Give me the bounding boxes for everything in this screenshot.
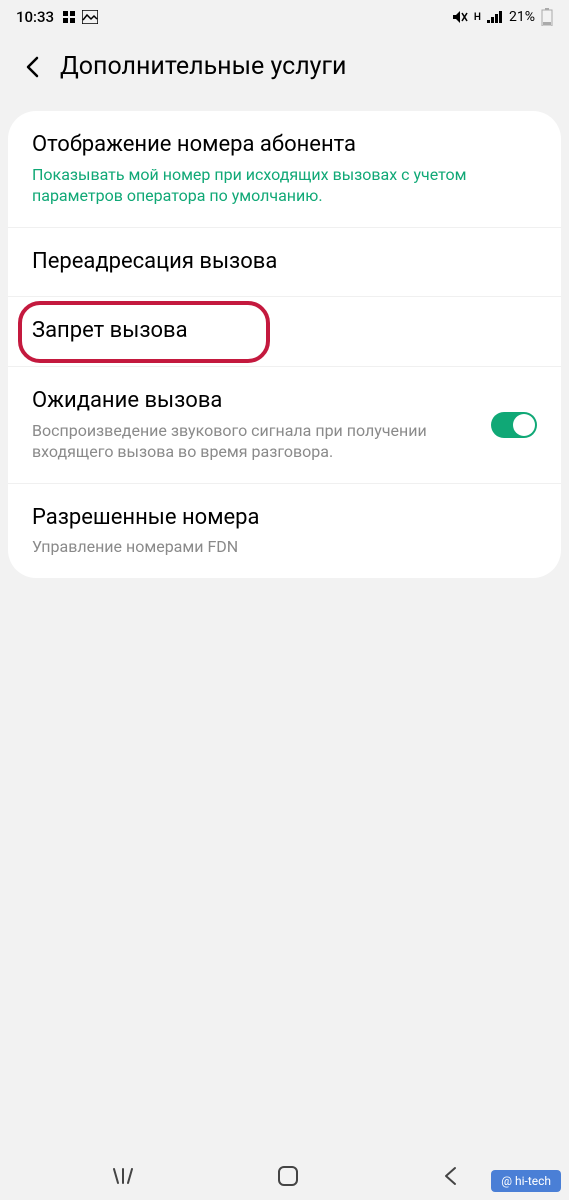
watermark: @ hi-tech xyxy=(491,1170,561,1192)
setting-title: Разрешенные номера xyxy=(32,504,537,533)
recents-button[interactable] xyxy=(112,1167,134,1185)
setting-subtitle: Показывать мой номер при исходящих вызов… xyxy=(32,164,537,207)
page-title: Дополнительные услуги xyxy=(60,52,346,81)
status-time: 10:33 xyxy=(16,8,54,26)
signal-icon xyxy=(487,11,503,23)
battery-percent: 21% xyxy=(509,9,535,25)
apps-icon xyxy=(62,10,76,24)
app-header: Дополнительные услуги xyxy=(0,34,569,111)
toggle-knob xyxy=(513,414,535,436)
setting-subtitle: Воспроизведение звукового сигнала при по… xyxy=(32,420,537,463)
status-bar: 10:33 H 21% xyxy=(0,0,569,34)
settings-card: Отображение номера абонента Показывать м… xyxy=(8,111,561,578)
watermark-text: @ hi-tech xyxy=(501,1174,551,1188)
battery-icon xyxy=(541,8,553,26)
image-icon xyxy=(82,10,98,24)
home-icon xyxy=(277,1165,299,1187)
recents-icon xyxy=(112,1167,134,1185)
setting-call-barring[interactable]: Запрет вызова xyxy=(8,297,561,367)
setting-title: Переадресация вызова xyxy=(32,248,537,277)
home-button[interactable] xyxy=(277,1165,299,1187)
back-icon xyxy=(443,1166,457,1186)
back-button[interactable] xyxy=(20,55,44,79)
setting-title: Запрет вызова xyxy=(32,317,537,346)
setting-caller-id[interactable]: Отображение номера абонента Показывать м… xyxy=(8,111,561,228)
setting-title: Ожидание вызова xyxy=(32,387,537,416)
setting-fixed-dialing[interactable]: Разрешенные номера Управление номерами F… xyxy=(8,484,561,578)
back-nav-button[interactable] xyxy=(443,1166,457,1186)
setting-call-forwarding[interactable]: Переадресация вызова xyxy=(8,228,561,298)
setting-title: Отображение номера абонента xyxy=(32,131,537,160)
mute-icon xyxy=(452,10,468,24)
chevron-left-icon xyxy=(25,56,39,78)
setting-subtitle: Управление номерами FDN xyxy=(32,536,537,558)
call-waiting-toggle[interactable] xyxy=(491,412,537,438)
network-type-icon: H xyxy=(474,12,481,23)
setting-call-waiting[interactable]: Ожидание вызова Воспроизведение звуковог… xyxy=(8,367,561,484)
navigation-bar xyxy=(0,1152,569,1200)
